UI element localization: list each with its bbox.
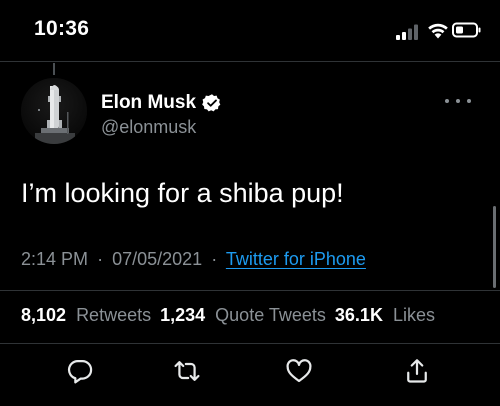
quote-tweet-count: 1,234 — [160, 305, 206, 325]
dot-icon — [467, 99, 471, 103]
status-bar: 10:36 — [0, 0, 500, 62]
status-time: 10:36 — [34, 17, 90, 40]
avatar[interactable] — [21, 78, 87, 144]
tweet-text: I’m looking for a shiba pup! — [21, 178, 344, 208]
scroll-indicator[interactable] — [493, 206, 496, 288]
meta-divider — [0, 290, 500, 291]
dot-icon — [445, 99, 449, 103]
like-label: Likes — [392, 305, 435, 325]
stats-row: 8,102 Retweets 1,234 Quote Tweets 36.1K … — [21, 305, 444, 326]
tweet-time[interactable]: 2:14 PM — [21, 249, 88, 269]
quote-tweet-label: Quote Tweets — [215, 305, 326, 325]
status-divider — [0, 61, 500, 62]
retweet-count: 8,102 — [21, 305, 67, 325]
battery-icon — [452, 22, 481, 38]
share-icon[interactable] — [403, 357, 431, 385]
thread-line — [53, 63, 55, 75]
more-options-button[interactable] — [445, 93, 471, 109]
display-name[interactable]: Elon Musk — [101, 92, 196, 114]
dot-icon — [456, 99, 460, 103]
cellular-signal-icon — [396, 24, 418, 40]
meta-separator: · — [97, 249, 104, 269]
retweet-icon[interactable] — [173, 357, 201, 385]
stat-quote-tweets[interactable]: 1,234 Quote Tweets — [160, 305, 326, 326]
tweet-meta: 2:14 PM · 07/05/2021 · Twitter for iPhon… — [21, 249, 366, 270]
reply-icon[interactable] — [66, 357, 94, 385]
handle[interactable]: @elonmusk — [101, 117, 196, 138]
display-name-row[interactable]: Elon Musk — [101, 91, 222, 115]
meta-separator: · — [211, 249, 218, 269]
stat-likes[interactable]: 36.1K Likes — [335, 305, 435, 326]
stat-retweets[interactable]: 8,102 Retweets — [21, 305, 151, 326]
like-count: 36.1K — [334, 305, 383, 325]
stats-divider — [0, 343, 500, 344]
retweet-label: Retweets — [76, 305, 152, 325]
wifi-icon — [428, 23, 448, 39]
like-icon[interactable] — [285, 357, 313, 385]
action-bar — [0, 353, 500, 393]
status-icons — [370, 18, 481, 44]
avatar-starship-image — [21, 78, 87, 144]
source-link[interactable]: Twitter for iPhone — [226, 249, 366, 269]
tweet-date[interactable]: 07/05/2021 — [112, 249, 202, 269]
verified-badge-icon — [202, 93, 222, 113]
